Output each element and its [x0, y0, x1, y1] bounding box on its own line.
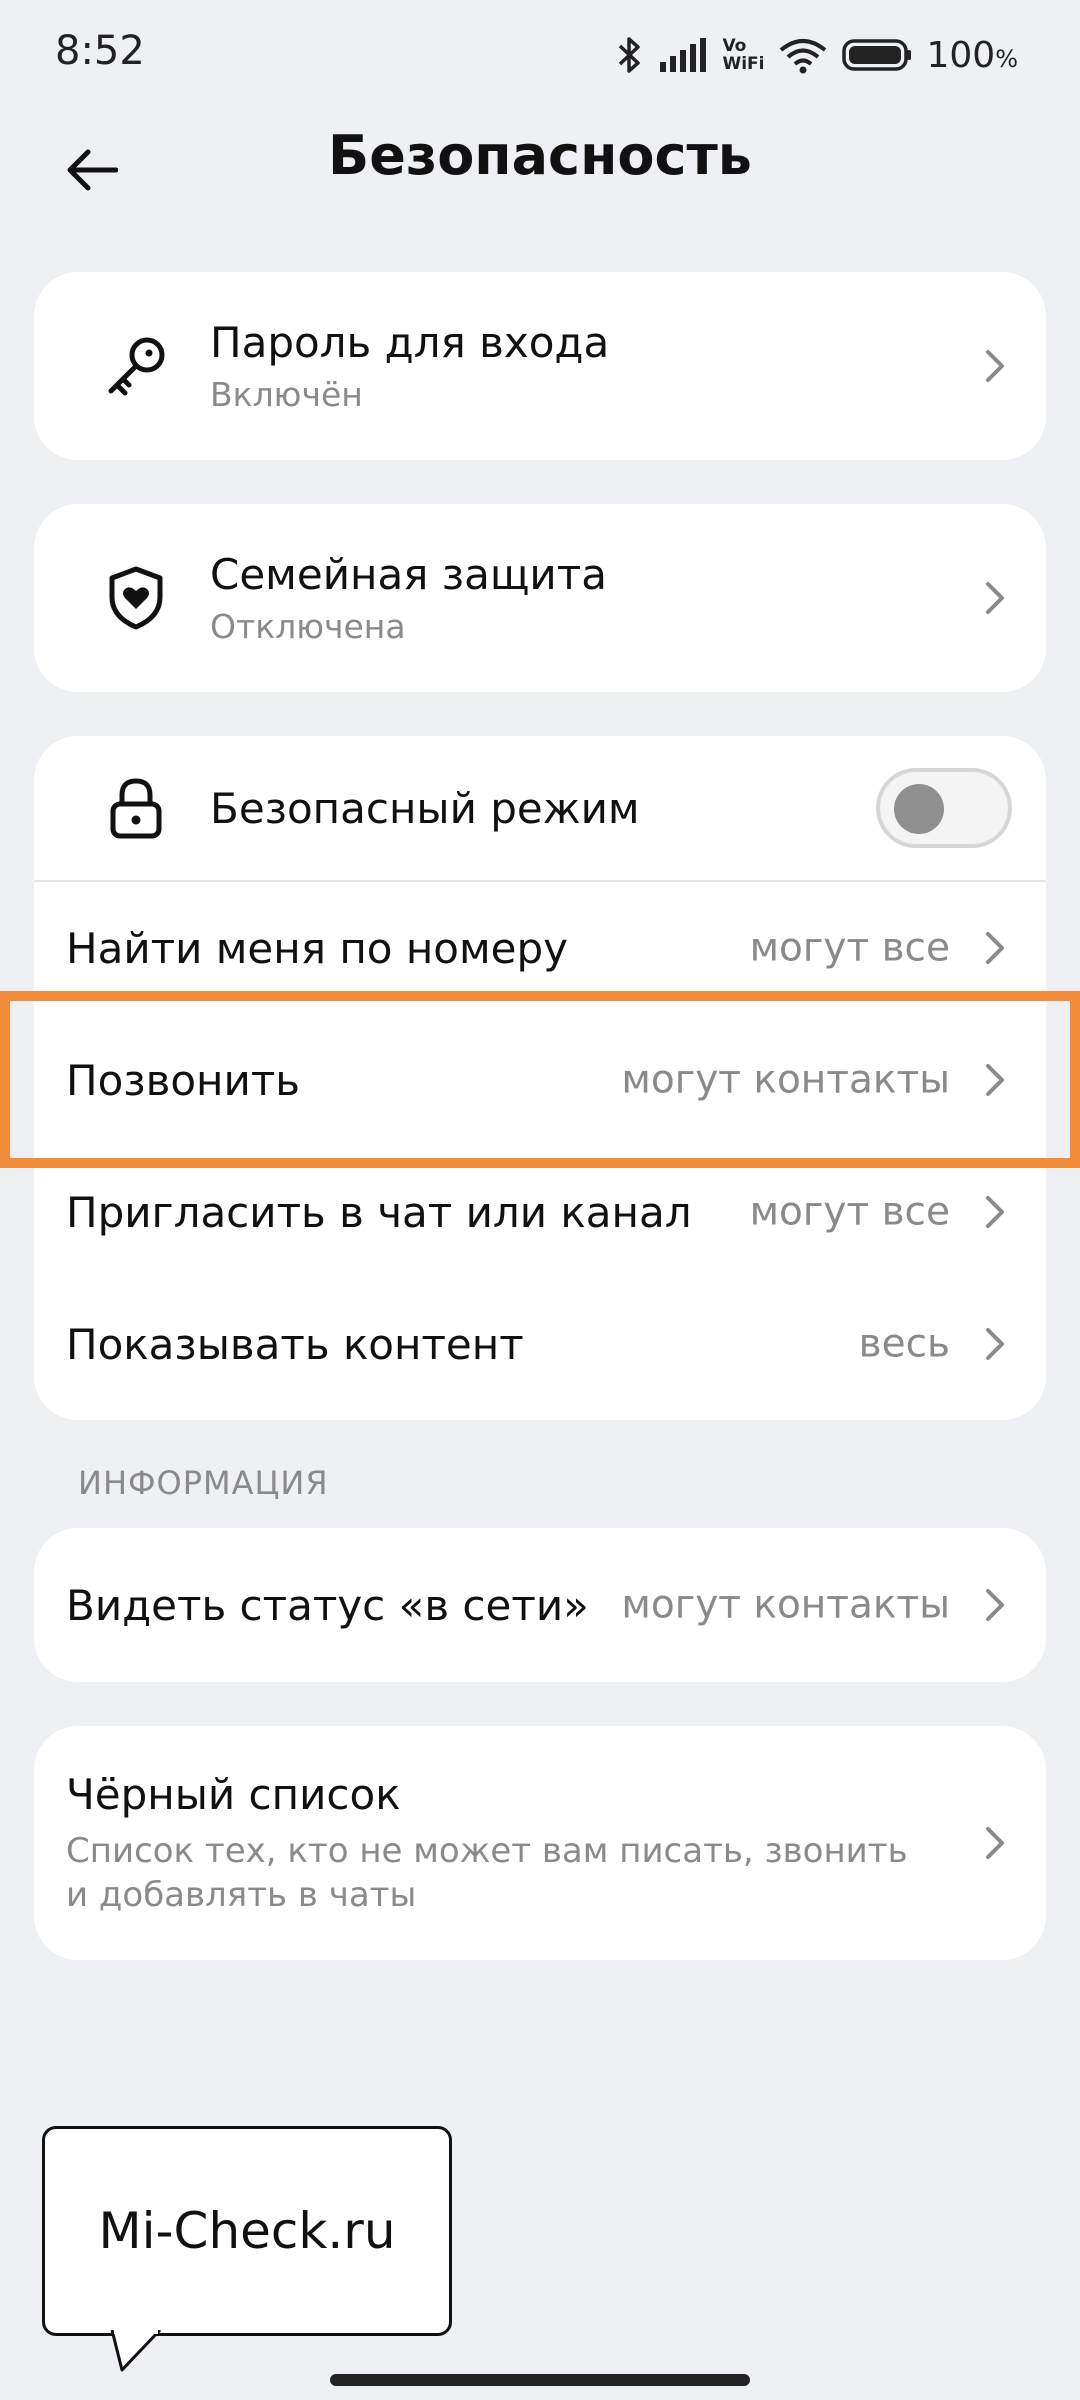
watermark-text: Mi-Check.ru	[98, 2202, 396, 2260]
family-protection-status: Отключена	[210, 607, 406, 646]
online-status-title: Видеть статус «в сети»	[66, 1580, 589, 1630]
back-button[interactable]	[52, 130, 132, 210]
family-protection-title: Семейная защита	[210, 550, 607, 599]
password-card[interactable]: Пароль для входа Включён	[34, 272, 1046, 460]
online-status-row[interactable]: Видеть статус «в сети» могут контакты	[34, 1528, 1046, 1682]
find-by-number-row[interactable]: Найти меня по номеру могут все	[34, 882, 1046, 1014]
arrow-left-icon	[67, 149, 118, 191]
chevron-right-icon	[986, 1196, 1004, 1228]
chevron-right-icon	[986, 1589, 1004, 1621]
wifi-icon	[780, 39, 827, 74]
show-content-title: Показывать контент	[66, 1319, 524, 1369]
key-icon	[84, 314, 188, 418]
battery-percent: 100%	[926, 34, 1018, 76]
lock-icon	[84, 756, 188, 860]
invite-to-chat-value: могут все	[749, 1189, 950, 1235]
vowifi-icon: Vo WiFi	[722, 36, 765, 74]
status-time: 8:52	[55, 28, 145, 74]
password-row[interactable]: Пароль для входа Включён	[34, 272, 1046, 460]
password-status: Включён	[210, 375, 363, 414]
status-bar: 8:52 Vo WiFi 100%	[0, 0, 1080, 110]
family-protection-row[interactable]: Семейная защита Отключена	[34, 504, 1046, 692]
blacklist-card[interactable]: Чёрный список Список тех, кто не может в…	[34, 1726, 1046, 1960]
chevron-right-icon	[986, 1827, 1004, 1859]
find-by-number-value: могут все	[749, 925, 950, 971]
chevron-right-icon	[986, 932, 1004, 964]
home-indicator[interactable]	[330, 2374, 750, 2386]
chevron-right-icon	[986, 582, 1004, 614]
page-title: Безопасность	[328, 124, 752, 187]
battery-icon	[842, 39, 912, 71]
call-value: могут контакты	[621, 1057, 950, 1103]
signal-icon	[660, 38, 707, 72]
safe-mode-toggle[interactable]	[876, 768, 1012, 848]
find-by-number-title: Найти меня по номеру	[66, 923, 569, 973]
password-title: Пароль для входа	[210, 318, 610, 367]
bubble-tail	[110, 2330, 162, 2372]
header: Безопасность	[0, 110, 1080, 240]
shield-heart-icon	[84, 546, 188, 650]
show-content-row[interactable]: Показывать контент весь	[34, 1278, 1046, 1410]
show-content-value: весь	[858, 1321, 950, 1367]
safe-mode-card: Безопасный режим Найти меня по номеру мо…	[34, 736, 1046, 1420]
chevron-right-icon	[986, 1064, 1004, 1096]
blacklist-title: Чёрный список	[66, 1769, 401, 1819]
toggle-knob	[894, 784, 944, 834]
status-icons: Vo WiFi 100%	[614, 30, 1018, 80]
section-label-info: ИНФОРМАЦИЯ	[78, 1464, 329, 1502]
call-row[interactable]: Позвонить могут контакты	[34, 1014, 1046, 1146]
blacklist-row[interactable]: Чёрный список Список тех, кто не может в…	[34, 1726, 1046, 1960]
online-status-value: могут контакты	[621, 1582, 950, 1628]
invite-to-chat-title: Пригласить в чат или канал	[66, 1187, 692, 1237]
chevron-right-icon	[986, 1328, 1004, 1360]
family-protection-card[interactable]: Семейная защита Отключена	[34, 504, 1046, 692]
chevron-right-icon	[986, 350, 1004, 382]
online-status-card[interactable]: Видеть статус «в сети» могут контакты	[34, 1528, 1046, 1682]
invite-to-chat-row[interactable]: Пригласить в чат или канал могут все	[34, 1146, 1046, 1278]
call-title: Позвонить	[66, 1055, 301, 1105]
watermark-bubble: Mi-Check.ru	[42, 2126, 452, 2336]
safe-mode-row[interactable]: Безопасный режим	[34, 736, 1046, 880]
bluetooth-icon	[619, 37, 641, 73]
blacklist-description: Список тех, кто не может вам писать, зво…	[66, 1830, 908, 1915]
